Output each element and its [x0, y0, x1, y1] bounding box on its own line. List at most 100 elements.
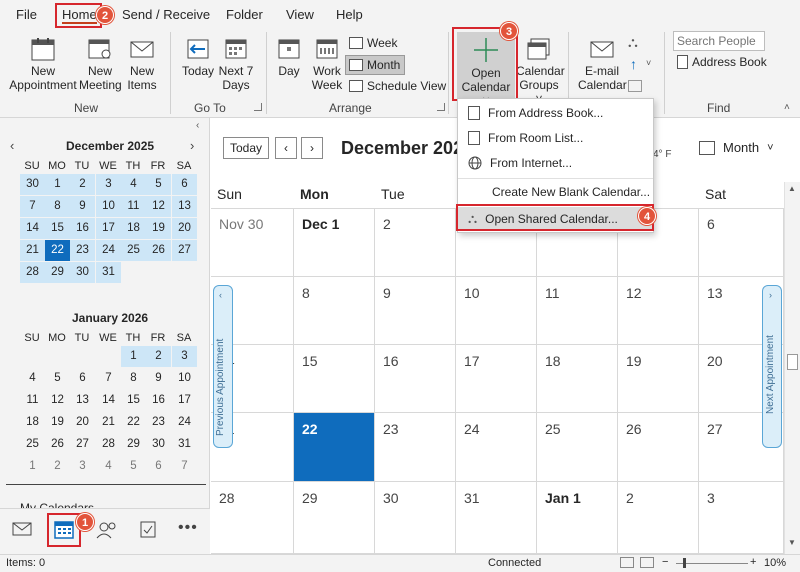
- mini-day[interactable]: 6: [172, 174, 197, 195]
- mini-day[interactable]: 15: [121, 390, 146, 411]
- search-people-input[interactable]: [673, 31, 765, 51]
- mini-day[interactable]: 10: [172, 368, 197, 389]
- mini-day[interactable]: 15: [45, 218, 70, 239]
- mini-day[interactable]: 9: [146, 368, 171, 389]
- mini-day[interactable]: 30: [146, 434, 171, 455]
- email-calendar-button[interactable]: E-mail Calendar: [578, 36, 627, 92]
- more-icon[interactable]: •••: [178, 519, 198, 537]
- week-view-button[interactable]: Week: [349, 36, 397, 50]
- menu-item-create-blank-calendar[interactable]: Create New Blank Calendar...: [458, 180, 653, 204]
- day-cell[interactable]: 15: [294, 345, 375, 413]
- mini-day[interactable]: 16: [70, 218, 95, 239]
- day-cell[interactable]: 16: [375, 345, 456, 413]
- mini-day[interactable]: 5: [121, 456, 146, 477]
- people-icon[interactable]: [96, 521, 118, 542]
- menu-item-from-address-book[interactable]: From Address Book...: [458, 101, 653, 125]
- mini-day[interactable]: 23: [146, 412, 171, 433]
- mini-day[interactable]: 29: [45, 262, 70, 283]
- day-cell[interactable]: 30: [375, 482, 456, 554]
- mini-day[interactable]: 14: [20, 218, 45, 239]
- mini-day[interactable]: 24: [96, 240, 121, 261]
- next-period-icon[interactable]: ›: [301, 137, 323, 159]
- menu-file[interactable]: File: [16, 7, 37, 22]
- mini-day[interactable]: 1: [20, 456, 45, 477]
- mini-day[interactable]: 27: [70, 434, 95, 455]
- collapse-ribbon-icon[interactable]: ˄: [784, 102, 790, 113]
- day-cell[interactable]: 2: [618, 482, 699, 554]
- mini-day[interactable]: 19: [45, 412, 70, 433]
- collapse-pane-icon[interactable]: ‹: [196, 120, 199, 131]
- scroll-thumb[interactable]: [787, 354, 798, 370]
- mini-day[interactable]: 2: [70, 174, 95, 195]
- day-cell[interactable]: 23: [375, 413, 456, 482]
- mini-day[interactable]: 25: [121, 240, 146, 261]
- day-cell[interactable]: Dec 1: [294, 208, 375, 277]
- mini-day[interactable]: 30: [70, 262, 95, 283]
- mini-day[interactable]: 22: [45, 240, 70, 261]
- mini-day[interactable]: 17: [96, 218, 121, 239]
- normal-view-icon[interactable]: [620, 557, 634, 568]
- mini-day[interactable]: 7: [172, 456, 197, 477]
- vertical-scrollbar[interactable]: ▲ ▼: [784, 182, 800, 554]
- new-appointment-button[interactable]: New Appointment: [8, 36, 78, 92]
- new-meeting-button[interactable]: New Meeting: [79, 36, 122, 92]
- next-appointment-tab[interactable]: › Next Appointment: [762, 285, 782, 448]
- day-cell[interactable]: 11: [537, 277, 618, 345]
- publish-arrow-icon[interactable]: ↑: [630, 56, 637, 72]
- reading-view-icon[interactable]: [640, 557, 654, 568]
- day-cell[interactable]: 17: [456, 345, 537, 413]
- mini-day[interactable]: 21: [96, 412, 121, 433]
- zoom-in-icon[interactable]: +: [750, 556, 756, 568]
- mini-day[interactable]: 10: [96, 196, 121, 217]
- mini-day[interactable]: 12: [146, 196, 171, 217]
- mini-day[interactable]: 8: [121, 368, 146, 389]
- mini-day[interactable]: 11: [121, 196, 146, 217]
- day-cell[interactable]: 8: [294, 277, 375, 345]
- mini-day[interactable]: 11: [20, 390, 45, 411]
- menu-view[interactable]: View: [286, 7, 314, 22]
- mini-day[interactable]: 2: [45, 456, 70, 477]
- day-cell[interactable]: 6: [699, 208, 784, 277]
- calendar-permissions-icon[interactable]: [628, 80, 642, 92]
- new-items-button[interactable]: New Items: [122, 36, 162, 92]
- mini-day[interactable]: 20: [172, 218, 197, 239]
- day-cell[interactable]: 29: [294, 482, 375, 554]
- month-view-button[interactable]: Month: [345, 55, 405, 75]
- mini-day[interactable]: 31: [96, 262, 121, 283]
- scroll-up-icon[interactable]: ▲: [788, 184, 796, 193]
- previous-appointment-tab[interactable]: ‹ Previous Appointment: [213, 285, 233, 448]
- mini-day[interactable]: 18: [121, 218, 146, 239]
- mini-day[interactable]: 3: [172, 346, 197, 367]
- next-7-days-button[interactable]: Next 7 Days: [218, 36, 254, 92]
- mini-day[interactable]: 25: [20, 434, 45, 455]
- work-week-button[interactable]: Work Week: [308, 36, 346, 92]
- day-cell[interactable]: 24: [456, 413, 537, 482]
- address-book-button[interactable]: Address Book: [677, 55, 767, 69]
- zoom-slider[interactable]: [676, 563, 748, 564]
- today-button[interactable]: Today: [178, 36, 218, 78]
- share-calendar-icon[interactable]: ⛬: [628, 34, 638, 51]
- mini-day[interactable]: 27: [172, 240, 197, 261]
- day-view-button[interactable]: Day: [272, 36, 306, 78]
- mini-day[interactable]: 7: [96, 368, 121, 389]
- mini-day[interactable]: 1: [45, 174, 70, 195]
- day-cell[interactable]: 10: [456, 277, 537, 345]
- mini-day[interactable]: 4: [121, 174, 146, 195]
- menu-folder[interactable]: Folder: [226, 7, 263, 22]
- zoom-slider-thumb[interactable]: [683, 558, 686, 568]
- menu-item-from-internet[interactable]: From Internet...: [458, 151, 653, 175]
- mini-day[interactable]: 16: [146, 390, 171, 411]
- day-cell[interactable]: 19: [618, 345, 699, 413]
- mini-day[interactable]: 3: [70, 456, 95, 477]
- mini-day[interactable]: 31: [172, 434, 197, 455]
- day-cell[interactable]: 26: [618, 413, 699, 482]
- mini-day[interactable]: 22: [121, 412, 146, 433]
- menu-help[interactable]: Help: [336, 7, 363, 22]
- mini-day[interactable]: 26: [146, 240, 171, 261]
- day-cell[interactable]: 3: [699, 482, 784, 554]
- calendar-groups-button[interactable]: Calendar Groups ˅: [516, 36, 565, 106]
- day-cell[interactable]: 18: [537, 345, 618, 413]
- day-cell[interactable]: 2: [375, 208, 456, 277]
- day-cell[interactable]: 9: [375, 277, 456, 345]
- mini-day[interactable]: 23: [70, 240, 95, 261]
